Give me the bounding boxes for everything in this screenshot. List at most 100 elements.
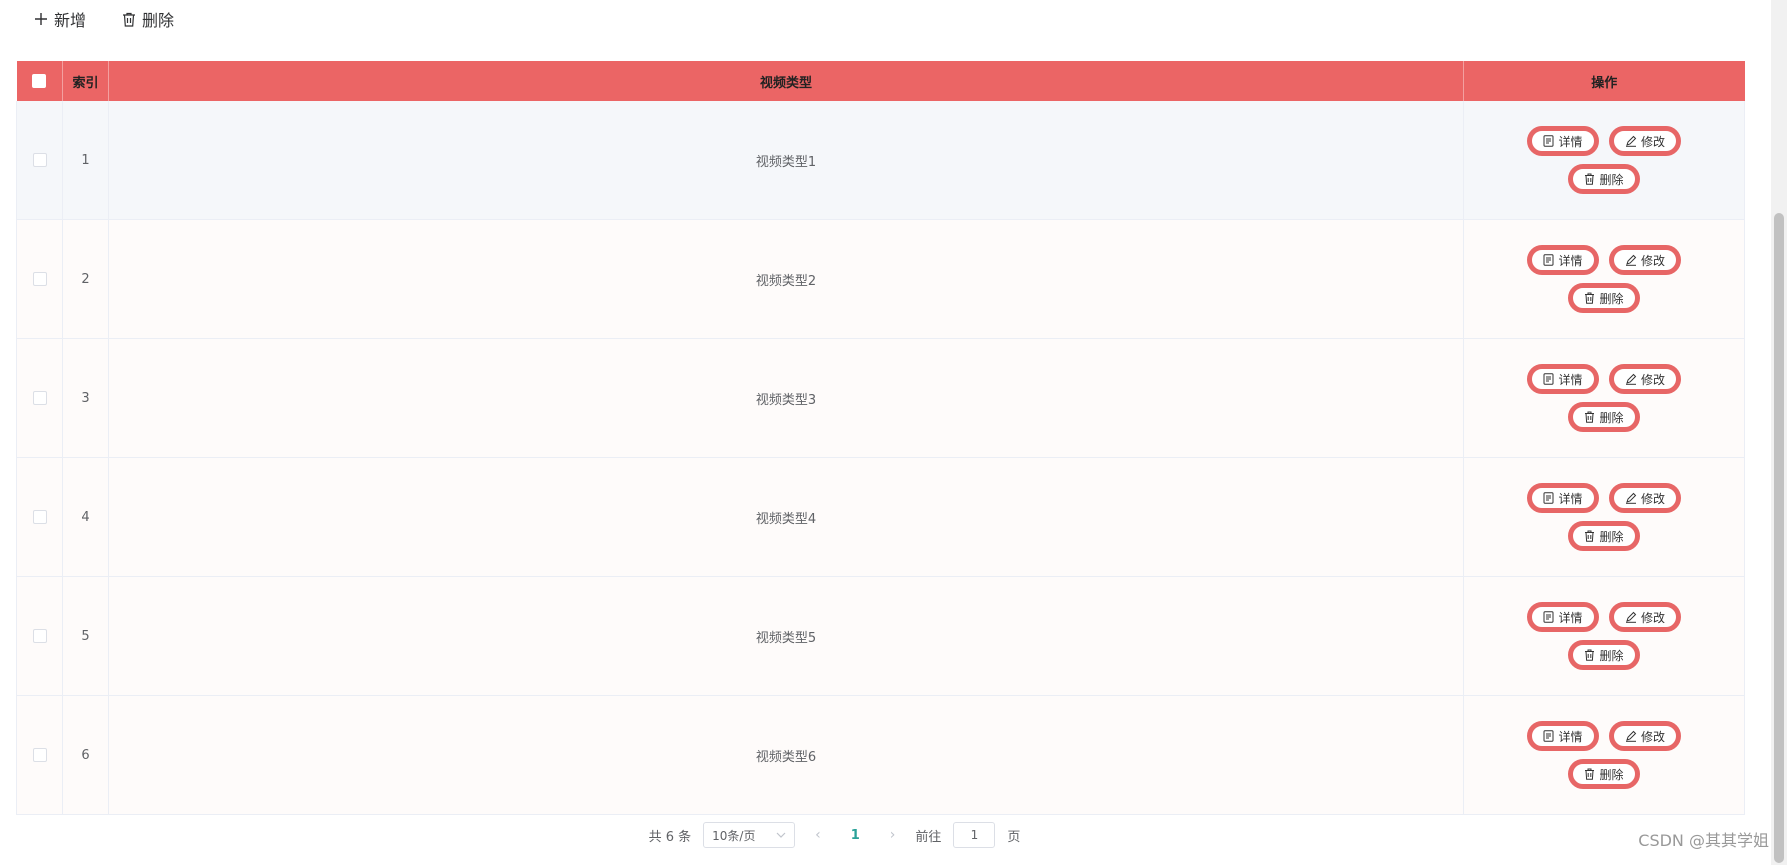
goto-page-input[interactable]: [953, 822, 996, 848]
document-icon: [1543, 730, 1554, 742]
document-icon: [1543, 373, 1554, 385]
detail-label: 详情: [1558, 372, 1583, 387]
table-row[interactable]: 5 视频类型5 详情 修改删除: [16, 576, 1745, 696]
table-header-row: 索引 视频类型 操作: [16, 61, 1745, 101]
edit-button[interactable]: 修改: [1609, 721, 1681, 751]
next-page-button[interactable]: ›: [882, 827, 904, 843]
row-operations: 详情 修改删除: [1463, 576, 1745, 696]
batch-delete-button[interactable]: 删除: [122, 7, 174, 31]
row-index: 6: [62, 695, 109, 815]
scrollbar-thumb[interactable]: [1774, 213, 1784, 863]
row-delete-button[interactable]: 删除: [1568, 402, 1640, 432]
edit-button[interactable]: 修改: [1609, 364, 1681, 394]
detail-button[interactable]: 详情: [1527, 602, 1599, 632]
row-checkbox[interactable]: [32, 391, 47, 405]
row-video-type: 视频类型6: [108, 695, 1464, 815]
edit-icon: [1625, 730, 1637, 742]
edit-label: 修改: [1640, 491, 1665, 506]
row-operations: 详情 修改 删除: [1463, 457, 1745, 577]
select-all-checkbox[interactable]: [32, 74, 47, 88]
row-video-type: 视频类型5: [108, 576, 1464, 696]
row-checkbox[interactable]: [32, 510, 47, 524]
table-row[interactable]: 3 视频类型3 详情 修改删除: [16, 338, 1745, 458]
goto-suffix: 页: [1007, 829, 1021, 845]
document-icon: [1543, 611, 1554, 623]
document-icon: [1543, 135, 1554, 147]
toolbar: 新增 删除: [34, 6, 174, 32]
table-row[interactable]: 2 视频类型2 详情 修改 删除: [16, 219, 1745, 339]
header-operations: 操作: [1463, 61, 1745, 101]
edit-button[interactable]: 修改: [1609, 245, 1681, 275]
edit-button[interactable]: 修改: [1609, 602, 1681, 632]
row-checkbox[interactable]: [32, 153, 47, 167]
edit-label: 修改: [1640, 729, 1665, 744]
row-checkbox[interactable]: [32, 748, 47, 762]
detail-label: 详情: [1558, 253, 1583, 268]
row-delete-button[interactable]: 删除: [1568, 521, 1640, 551]
table-row[interactable]: 6 视频类型6 详情 修改 删除: [16, 695, 1745, 815]
trash-icon: [123, 12, 136, 27]
row-checkbox[interactable]: [32, 272, 47, 286]
row-video-type: 视频类型1: [108, 101, 1464, 220]
data-table: 索引 视频类型 操作 1 视频类型1 详情 修改 删除 2 视频类型2 详情 修改 删除 3 视频类型…: [16, 61, 1745, 815]
edit-label: 修改: [1640, 134, 1665, 149]
detail-label: 详情: [1558, 491, 1583, 506]
trash-icon: [1585, 768, 1595, 780]
detail-button[interactable]: 详情: [1527, 126, 1599, 156]
edit-icon: [1625, 135, 1637, 147]
delete-label: 删除: [1599, 410, 1624, 425]
table-row[interactable]: 4 视频类型4 详情 修改 删除: [16, 457, 1745, 577]
edit-label: 修改: [1640, 372, 1665, 387]
page-size-select[interactable]: 10条/页: [703, 822, 796, 848]
trash-icon: [1585, 173, 1595, 185]
prev-page-button[interactable]: ‹: [807, 827, 829, 843]
row-select-cell: [16, 695, 63, 815]
vertical-scrollbar[interactable]: [1771, 0, 1787, 865]
add-button-label: 新增: [54, 11, 87, 30]
add-button[interactable]: 新增: [34, 7, 86, 31]
row-video-type: 视频类型3: [108, 338, 1464, 458]
goto-label: 前往: [915, 829, 942, 845]
row-checkbox[interactable]: [32, 629, 47, 643]
detail-button[interactable]: 详情: [1527, 245, 1599, 275]
detail-button[interactable]: 详情: [1527, 364, 1599, 394]
row-index: 2: [62, 219, 109, 339]
delete-label: 删除: [1599, 172, 1624, 187]
row-operations: 详情 修改删除: [1463, 338, 1745, 458]
edit-icon: [1625, 492, 1637, 504]
detail-label: 详情: [1558, 610, 1583, 625]
trash-icon: [1585, 411, 1595, 423]
row-operations: 详情 修改 删除: [1463, 219, 1745, 339]
row-index: 3: [62, 338, 109, 458]
page-number-current[interactable]: 1: [841, 828, 870, 843]
edit-icon: [1625, 611, 1637, 623]
header-video-type: 视频类型: [108, 61, 1464, 101]
row-delete-button[interactable]: 删除: [1568, 164, 1640, 194]
detail-label: 详情: [1558, 729, 1583, 744]
row-index: 5: [62, 576, 109, 696]
batch-delete-label: 删除: [142, 11, 175, 30]
chevron-down-icon: [776, 832, 786, 838]
watermark: CSDN @其其学姐: [1638, 831, 1769, 850]
detail-button[interactable]: 详情: [1527, 721, 1599, 751]
edit-button[interactable]: 修改: [1609, 483, 1681, 513]
table-row[interactable]: 1 视频类型1 详情 修改删除: [16, 101, 1745, 220]
row-video-type: 视频类型2: [108, 219, 1464, 339]
edit-button[interactable]: 修改: [1609, 126, 1681, 156]
row-delete-button[interactable]: 删除: [1568, 283, 1640, 313]
document-icon: [1543, 254, 1554, 266]
document-icon: [1543, 492, 1554, 504]
row-operations: 详情 修改删除: [1463, 101, 1745, 220]
detail-button[interactable]: 详情: [1527, 483, 1599, 513]
trash-icon: [1585, 649, 1595, 661]
row-index: 1: [62, 101, 109, 220]
row-delete-button[interactable]: 删除: [1568, 759, 1640, 789]
row-delete-button[interactable]: 删除: [1568, 640, 1640, 670]
row-video-type: 视频类型4: [108, 457, 1464, 577]
edit-icon: [1625, 373, 1637, 385]
select-all-cell: [16, 61, 63, 101]
row-select-cell: [16, 576, 63, 696]
edit-label: 修改: [1640, 253, 1665, 268]
row-operations: 详情 修改 删除: [1463, 695, 1745, 815]
plus-icon: [35, 13, 47, 25]
